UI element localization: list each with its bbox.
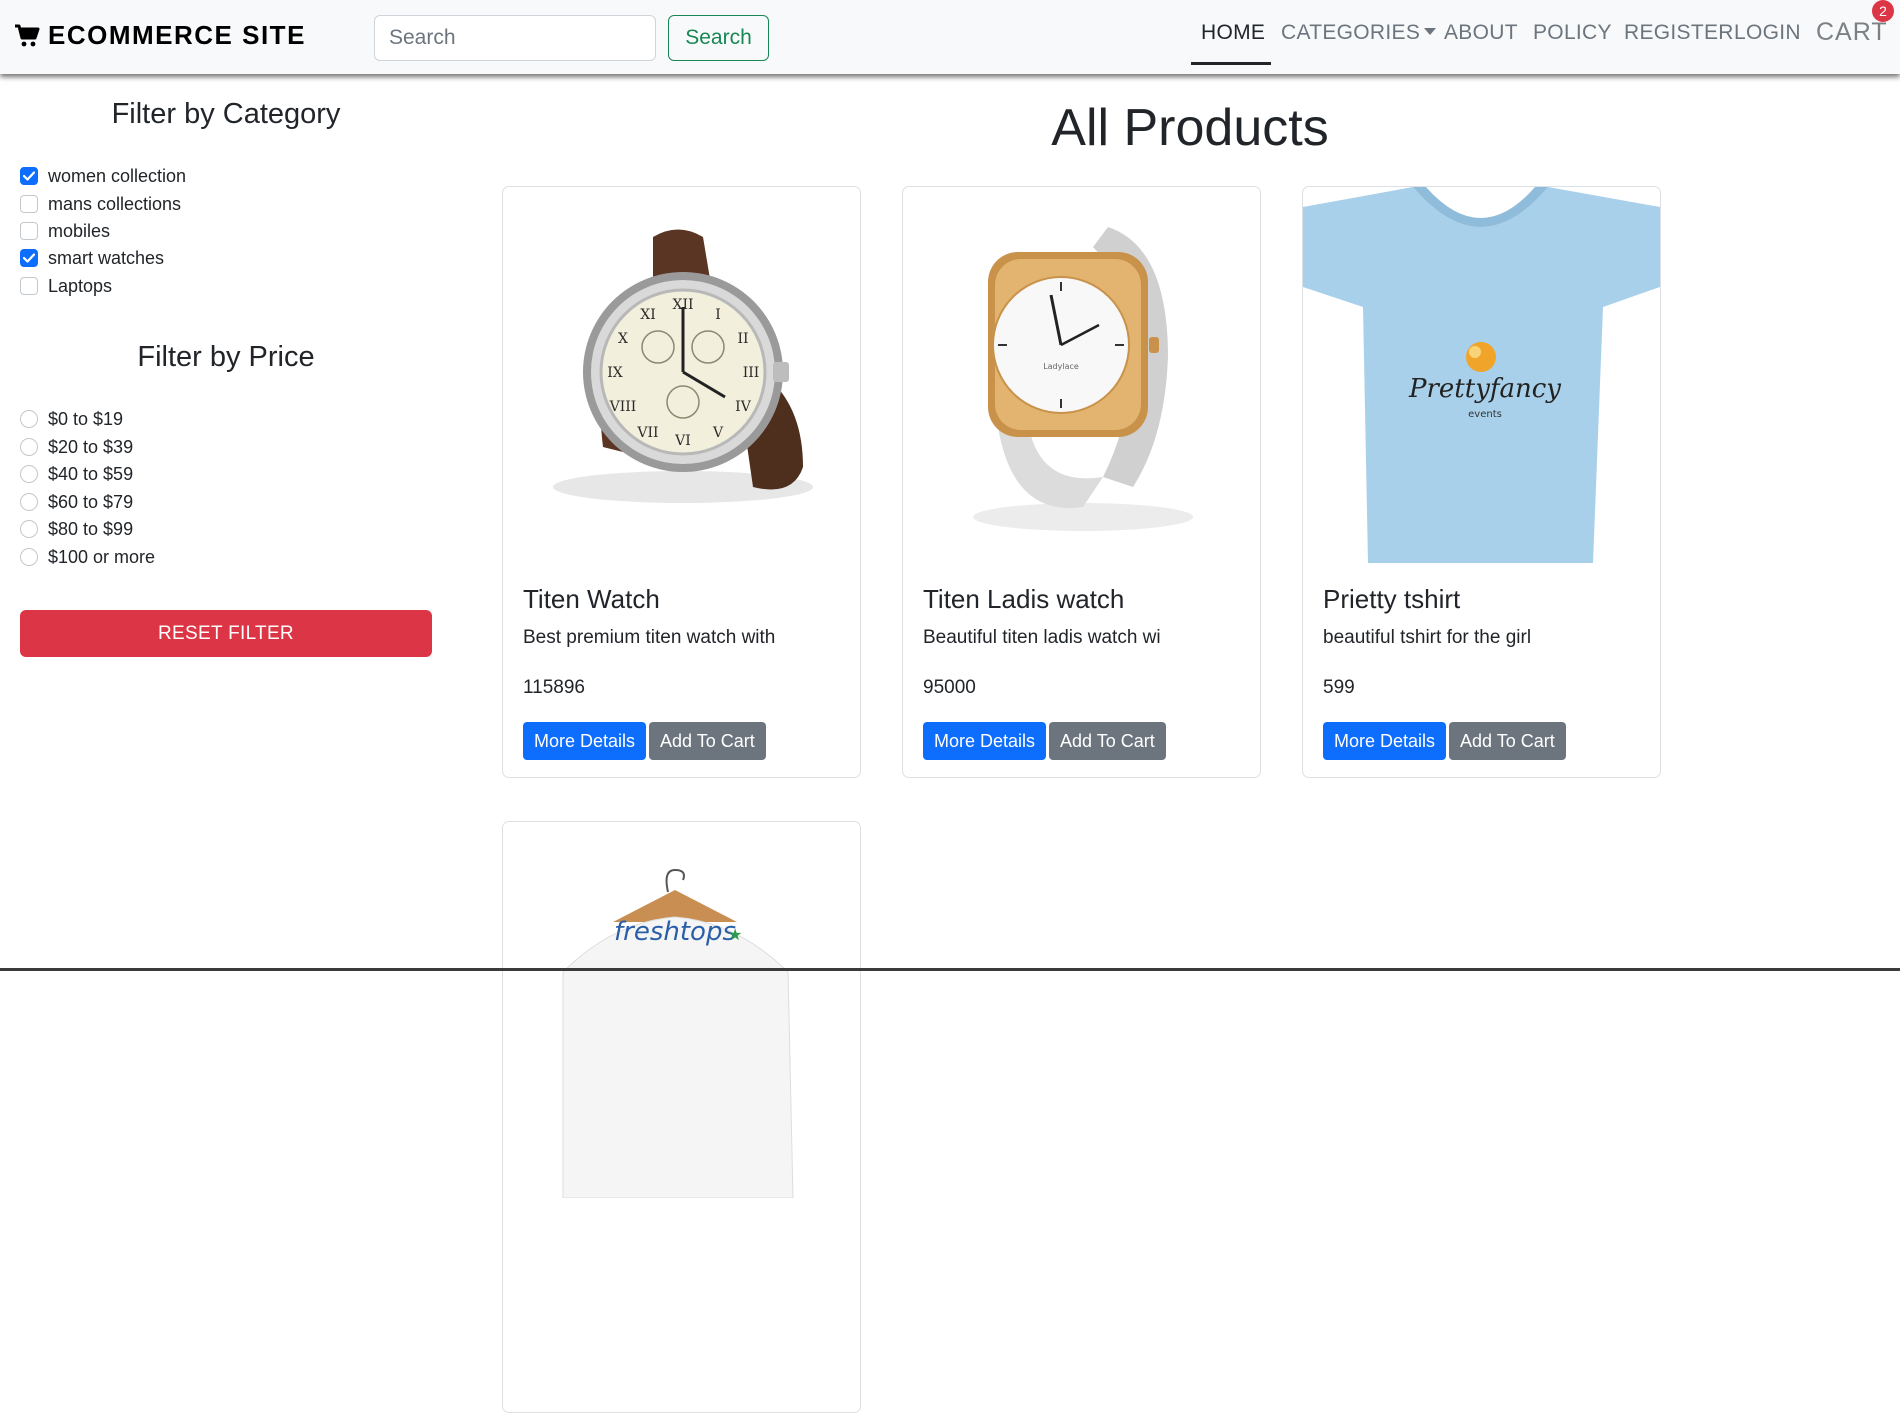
radio-button[interactable] [20, 493, 38, 511]
price-option[interactable]: $60 to $79 [20, 491, 133, 513]
price-option[interactable]: $20 to $39 [20, 436, 133, 458]
shopping-cart-icon [15, 24, 40, 46]
page-title: All Products [1051, 99, 1329, 157]
checkbox-checked[interactable] [20, 167, 38, 185]
add-to-cart-button[interactable]: Add To Cart [1449, 722, 1566, 760]
product-title: Titen Ladis watch [923, 584, 1125, 614]
category-option[interactable]: mans collections [20, 193, 181, 215]
category-option[interactable]: women collection [20, 165, 186, 187]
svg-text:VI: VI [674, 433, 691, 449]
product-image-white-shirt[interactable]: freshtops ★ [503, 822, 860, 1198]
price-label: $100 or more [48, 546, 156, 567]
nav-policy[interactable]: POLICY [1533, 21, 1612, 45]
svg-text:II: II [737, 331, 748, 347]
brand-link[interactable]: ECOMMERCE SITE [14, 20, 306, 51]
category-label: smart watches [48, 247, 165, 268]
check-icon [23, 253, 35, 263]
radio-button[interactable] [20, 520, 38, 538]
product-description: Beautiful titen ladis watch wi [923, 627, 1161, 648]
product-card: Prettyfancy events Prietty tshirt beauti… [1302, 186, 1661, 778]
price-option[interactable]: $0 to $19 [20, 408, 123, 430]
svg-text:III: III [743, 365, 760, 381]
reset-filter-button[interactable]: RESET FILTER [20, 610, 432, 657]
price-option[interactable]: $100 or more [20, 546, 155, 568]
svg-text:IV: IV [735, 399, 752, 415]
add-to-cart-button[interactable]: Add To Cart [1049, 722, 1166, 760]
star-icon: ★ [728, 925, 742, 944]
radio-button[interactable] [20, 465, 38, 483]
product-card: XII VI IX III I II IV V VII VIII X XI Titen Wa… [502, 186, 861, 778]
nav-categories-dropdown[interactable]: CATEGORIES [1281, 21, 1437, 45]
nav-home[interactable]: HOME [1201, 21, 1265, 45]
top-navbar: ECOMMERCE SITE Search HOME CATEGORIES AB… [0, 0, 1900, 74]
tshirt-print-subtext: events [1468, 409, 1502, 420]
category-label: women collection [48, 165, 187, 186]
category-option[interactable]: mobiles [20, 220, 110, 242]
nav-cart[interactable]: CART [1816, 18, 1888, 47]
check-icon [23, 171, 35, 181]
product-description: Best premium titen watch with [523, 627, 776, 648]
more-details-button[interactable]: More Details [923, 722, 1047, 760]
product-description: beautiful tshirt for the girl [1323, 627, 1532, 648]
category-option[interactable]: smart watches [20, 247, 164, 269]
radio-button[interactable] [20, 438, 38, 456]
search-input[interactable] [374, 15, 656, 61]
product-image-blue-tshirt[interactable]: Prettyfancy events [1303, 187, 1660, 563]
svg-text:XI: XI [640, 307, 656, 323]
category-label: mans collections [48, 193, 182, 214]
checkbox-checked[interactable] [20, 249, 38, 267]
product-price: 599 [1323, 677, 1355, 698]
more-details-button[interactable]: More Details [1323, 722, 1447, 760]
search-button[interactable]: Search [668, 15, 769, 61]
svg-text:I: I [715, 307, 721, 323]
price-option[interactable]: $40 to $59 [20, 463, 133, 485]
product-card: Ladylace Titen Ladis watch Beautiful tit… [902, 186, 1261, 778]
category-label: mobiles [48, 220, 111, 241]
category-label: Laptops [48, 275, 113, 296]
nav-categories-label: CATEGORIES [1281, 21, 1421, 44]
nav-login[interactable]: LOGIN [1734, 21, 1801, 45]
product-price: 95000 [923, 677, 976, 698]
product-price: 115896 [523, 677, 585, 698]
category-option[interactable]: Laptops [20, 275, 112, 297]
price-label: $0 to $19 [48, 408, 124, 429]
nav-about[interactable]: ABOUT [1444, 21, 1518, 45]
checkbox[interactable] [20, 195, 38, 213]
active-nav-indicator [1191, 62, 1271, 65]
radio-button[interactable] [20, 410, 38, 428]
price-label: $20 to $39 [48, 436, 134, 457]
category-filter-title: Filter by Category [111, 98, 341, 130]
shirt-print-text: freshtops [614, 917, 736, 947]
price-label: $80 to $99 [48, 518, 134, 539]
product-image-ladies-watch[interactable]: Ladylace [903, 187, 1260, 563]
price-label: $60 to $79 [48, 491, 134, 512]
more-details-button[interactable]: More Details [523, 722, 647, 760]
product-title: Titen Watch [523, 584, 660, 614]
radio-button[interactable] [20, 548, 38, 566]
product-title: Prietty tshirt [1323, 584, 1461, 614]
price-label: $40 to $59 [48, 463, 134, 484]
brand-name: ECOMMERCE SITE [48, 20, 306, 50]
nav-register[interactable]: REGISTER [1624, 21, 1734, 45]
tshirt-print-text: Prettyfancy [1408, 374, 1561, 404]
svg-text:X: X [618, 331, 628, 347]
svg-text:V: V [712, 425, 724, 441]
caret-down-icon [1424, 27, 1437, 35]
svg-text:IX: IX [607, 365, 623, 381]
product-image-leather-watch[interactable]: XIIVI IX III III IVV VIIVIII XXI [503, 187, 860, 563]
svg-text:VII: VII [636, 425, 658, 441]
checkbox[interactable] [20, 222, 38, 240]
price-option[interactable]: $80 to $99 [20, 518, 133, 540]
add-to-cart-button[interactable]: Add To Cart [649, 722, 766, 760]
cart-count-badge: 2 [1872, 0, 1894, 22]
svg-text:VIII: VIII [609, 399, 637, 415]
checkbox[interactable] [20, 277, 38, 295]
svg-text:Ladylace: Ladylace [1043, 362, 1079, 371]
product-card: freshtops ★ [502, 821, 861, 1413]
price-filter-title: Filter by Price [137, 341, 315, 373]
